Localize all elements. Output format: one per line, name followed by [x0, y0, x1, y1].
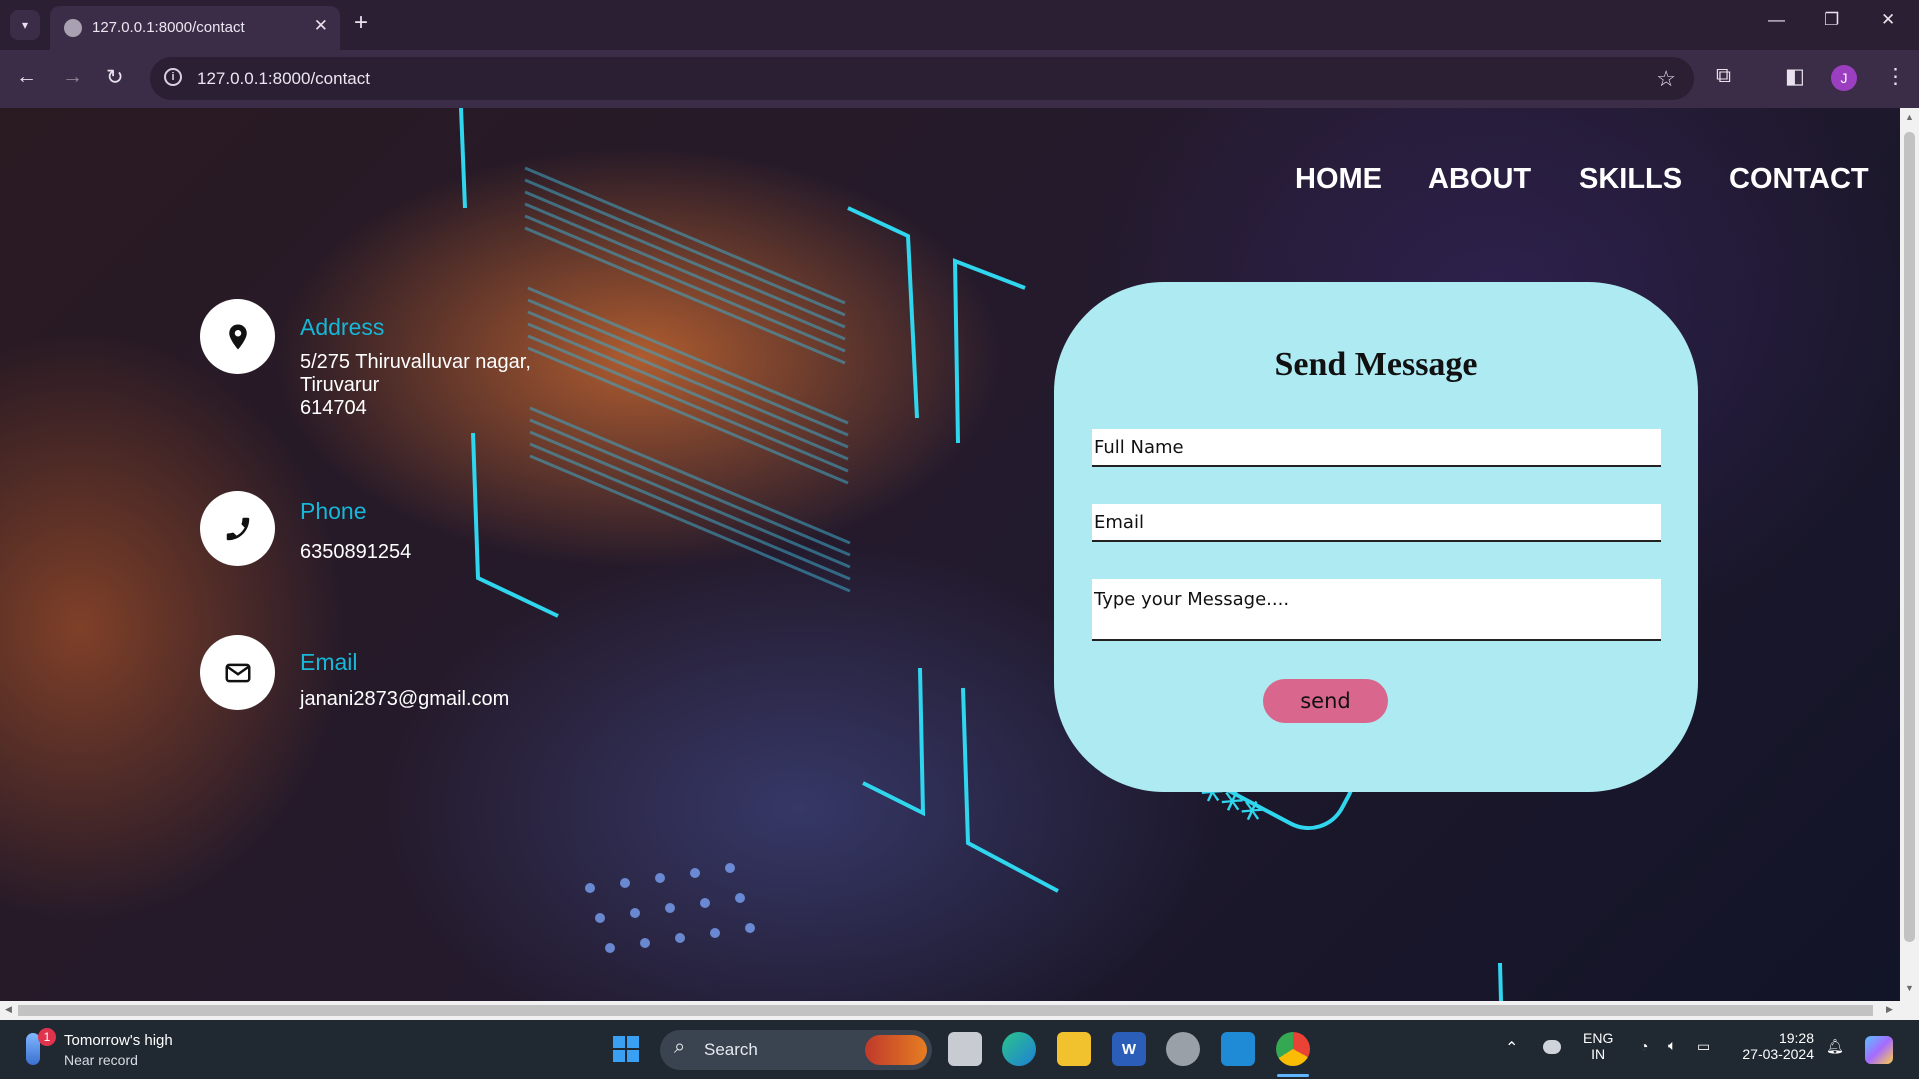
edge-browser-icon[interactable] — [1002, 1032, 1036, 1066]
url-text[interactable]: 127.0.0.1:8000/contact — [197, 69, 370, 89]
address-line-3: 614704 — [300, 397, 367, 419]
weather-subtitle: Near record — [64, 1052, 138, 1068]
taskbar-search-label: Search — [704, 1040, 758, 1059]
tab-close-icon[interactable]: ✕ — [314, 16, 328, 36]
horizontal-scroll-thumb[interactable] — [18, 1005, 1873, 1016]
nav-skills[interactable]: SKILLS — [1579, 163, 1682, 196]
send-message-card: Send Message send — [1054, 282, 1698, 792]
new-tab-button[interactable]: + — [354, 9, 368, 37]
battery-icon[interactable]: ▭ — [1697, 1038, 1710, 1055]
extensions-icon[interactable]: ⧉ — [1716, 64, 1731, 88]
volume-icon[interactable]: 🔈︎ — [1668, 1037, 1676, 1054]
nav-contact[interactable]: CONTACT — [1729, 163, 1869, 196]
phone-title: Phone — [300, 498, 367, 524]
envelope-icon — [225, 663, 250, 682]
file-explorer-icon[interactable] — [1057, 1032, 1091, 1066]
site-info-icon[interactable]: i — [164, 68, 182, 86]
tray-chevron-icon[interactable]: ⌃ — [1505, 1038, 1518, 1058]
vertical-scrollbar[interactable]: ▲ ▼ — [1900, 108, 1919, 1001]
message-textarea[interactable] — [1092, 579, 1661, 641]
side-panel-icon[interactable]: ◧ — [1785, 64, 1805, 89]
task-view-icon[interactable] — [948, 1032, 982, 1066]
windows-start-icon[interactable] — [609, 1032, 643, 1066]
taskbar-search[interactable]: ⌕ Search — [660, 1030, 932, 1070]
form-title: Send Message — [1274, 346, 1478, 383]
address-icon-circle — [200, 299, 275, 374]
vscode-icon[interactable] — [1221, 1032, 1255, 1066]
profile-avatar[interactable]: J — [1831, 65, 1857, 91]
address-bar[interactable]: i 127.0.0.1:8000/contact ☆ — [150, 57, 1694, 100]
clock-time: 19:28 — [1778, 1030, 1814, 1046]
address-title: Address — [300, 314, 385, 340]
chrome-active-indicator — [1277, 1074, 1309, 1077]
reload-icon[interactable]: ↻ — [106, 65, 124, 90]
clock-date: 27-03-2024 — [1742, 1046, 1814, 1062]
scroll-right-icon[interactable]: ▶ — [1886, 1004, 1893, 1015]
copilot-icon[interactable] — [1865, 1036, 1893, 1064]
search-icon: ⌕ — [674, 1036, 686, 1058]
address-line-1: 5/275 Thiruvalluvar nagar, — [300, 351, 531, 373]
forward-icon[interactable]: → — [62, 65, 83, 89]
nav-about[interactable]: ABOUT — [1428, 163, 1531, 196]
clock[interactable]: 19:28 27-03-2024 — [1734, 1030, 1814, 1062]
scroll-down-icon[interactable]: ▼ — [1905, 983, 1914, 993]
weather-title: Tomorrow's high — [64, 1032, 173, 1049]
restore-icon[interactable]: ❐ — [1824, 10, 1839, 30]
browser-tab[interactable]: 127.0.0.1:8000/contact ✕ — [50, 6, 340, 50]
chrome-icon[interactable] — [1276, 1032, 1310, 1066]
word-icon[interactable]: W — [1112, 1032, 1146, 1066]
minimize-icon[interactable]: — — [1768, 10, 1785, 30]
menu-kebab-icon[interactable]: ⋮ — [1885, 64, 1906, 89]
back-icon[interactable]: ← — [16, 65, 37, 89]
horizontal-scrollbar[interactable]: ◀ ▶ — [0, 1001, 1919, 1020]
location-pin-icon — [228, 324, 247, 349]
region-code: IN — [1591, 1046, 1606, 1062]
vertical-scroll-thumb[interactable] — [1904, 132, 1915, 942]
close-window-icon[interactable]: ✕ — [1881, 10, 1895, 30]
full-name-input[interactable] — [1092, 429, 1661, 467]
phone-icon-circle — [200, 491, 275, 566]
wifi-icon[interactable]: ◔ — [1640, 1038, 1648, 1054]
browser-toolbar: ← → ↻ i 127.0.0.1:8000/contact ☆ ⧉ ◧ J ⋮ — [0, 50, 1919, 108]
phone-icon — [226, 517, 249, 540]
database-icon[interactable] — [1166, 1032, 1200, 1066]
bookmark-star-icon[interactable]: ☆ — [1656, 66, 1676, 92]
address-line-2: Tiruvarur — [300, 374, 380, 396]
windows-taskbar: 1 Tomorrow's high Near record ⌕ Search W… — [0, 1020, 1919, 1079]
email-icon-circle — [200, 635, 275, 710]
phone-number: 6350891254 — [300, 541, 412, 563]
tab-search-button[interactable]: ▾ — [10, 10, 40, 40]
language-code: ENG — [1583, 1030, 1614, 1046]
onedrive-icon[interactable] — [1543, 1040, 1561, 1054]
scroll-up-icon[interactable]: ▲ — [1905, 112, 1914, 122]
email-input[interactable] — [1092, 504, 1661, 542]
tab-title: 127.0.0.1:8000/contact — [92, 19, 245, 36]
globe-icon — [64, 19, 82, 37]
scroll-left-icon[interactable]: ◀ — [5, 1004, 12, 1015]
search-highlight-icon — [865, 1035, 927, 1065]
contact-page: ****** HOME ABOUT SKILLS CONTACT Address… — [0, 108, 1900, 1001]
weather-alert-badge: 1 — [38, 1028, 56, 1046]
email-title: Email — [300, 649, 358, 675]
nav-home[interactable]: HOME — [1295, 163, 1382, 196]
browser-tab-strip: ▾ 127.0.0.1:8000/contact ✕ + — ❐ ✕ — [0, 0, 1919, 50]
notification-bell-icon[interactable]: 🔔︎ — [1826, 1038, 1844, 1055]
email-address: janani2873@gmail.com — [300, 688, 510, 710]
send-button[interactable]: send — [1263, 679, 1388, 723]
address-text: 5/275 Thiruvalluvar nagar, Tiruvarur 614… — [300, 351, 531, 420]
language-indicator[interactable]: ENG IN — [1583, 1030, 1613, 1062]
